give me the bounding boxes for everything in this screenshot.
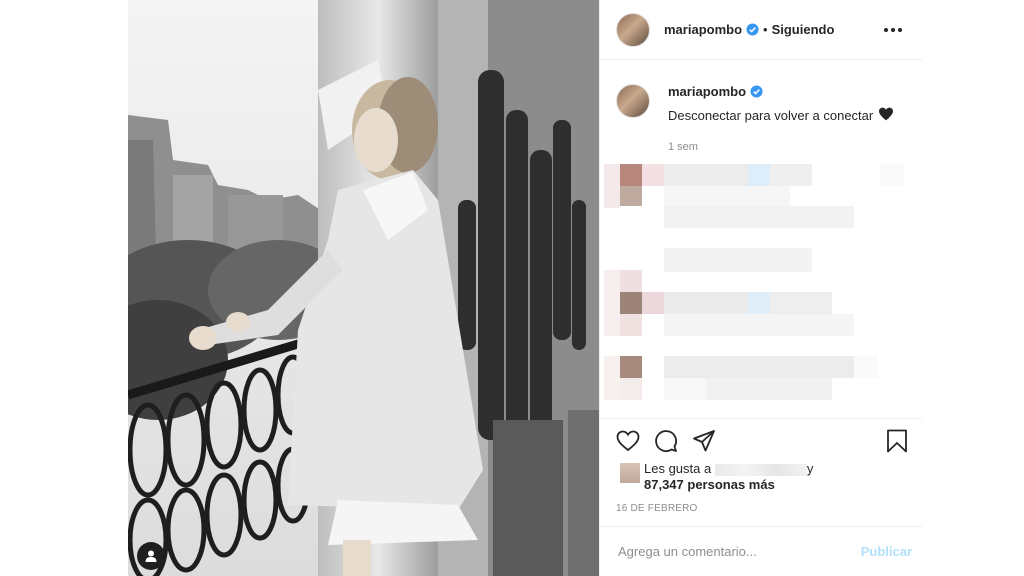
caption-timestamp: 1 sem	[668, 141, 698, 153]
post-actions: Les gusta a y 87,347 personas más 16 DE …	[600, 418, 922, 526]
share-icon[interactable]	[692, 429, 716, 453]
save-bookmark-icon[interactable]	[886, 429, 908, 453]
comment-icon[interactable]	[654, 429, 678, 453]
author-username[interactable]: mariapombo	[664, 22, 742, 37]
avatar[interactable]	[616, 12, 650, 47]
pixelated-liker-name	[714, 463, 807, 476]
user-tag-icon	[145, 550, 157, 562]
user-tag-button[interactable]	[137, 542, 165, 570]
caption-username[interactable]: mariapombo	[668, 84, 746, 99]
caption: mariapombo Desconectar para volver a con…	[600, 60, 922, 153]
post-date[interactable]: 16 DE FEBRERO	[600, 493, 922, 514]
liker-avatar[interactable]	[620, 463, 640, 483]
black-heart-icon	[878, 107, 894, 124]
likes-suffix: y	[806, 461, 814, 476]
verified-badge-icon	[746, 23, 759, 36]
verified-badge-icon	[750, 85, 763, 98]
likes-count[interactable]: 87,347 personas más	[644, 477, 775, 492]
post-photo[interactable]	[128, 0, 599, 576]
following-button[interactable]: Siguiendo	[772, 22, 835, 37]
likes-prefix: Les gusta a	[644, 461, 712, 476]
post-side-panel: mariapombo • Siguiendo mariapombo Descon…	[599, 0, 922, 576]
caption-avatar[interactable]	[616, 84, 650, 118]
separator-dot: •	[763, 22, 768, 37]
pixelated-comments	[600, 160, 922, 418]
publish-button[interactable]: Publicar	[861, 544, 912, 559]
likes-summary: Les gusta a y 87,347 personas más	[600, 453, 922, 493]
comment-bar: Publicar	[600, 526, 922, 576]
photo-illustration	[128, 0, 599, 576]
post-header: mariapombo • Siguiendo	[600, 0, 922, 60]
comment-input[interactable]	[616, 543, 861, 560]
more-options-icon[interactable]	[880, 24, 906, 36]
caption-text: Desconectar para volver a conectar	[668, 108, 874, 123]
like-heart-icon[interactable]	[616, 430, 640, 452]
